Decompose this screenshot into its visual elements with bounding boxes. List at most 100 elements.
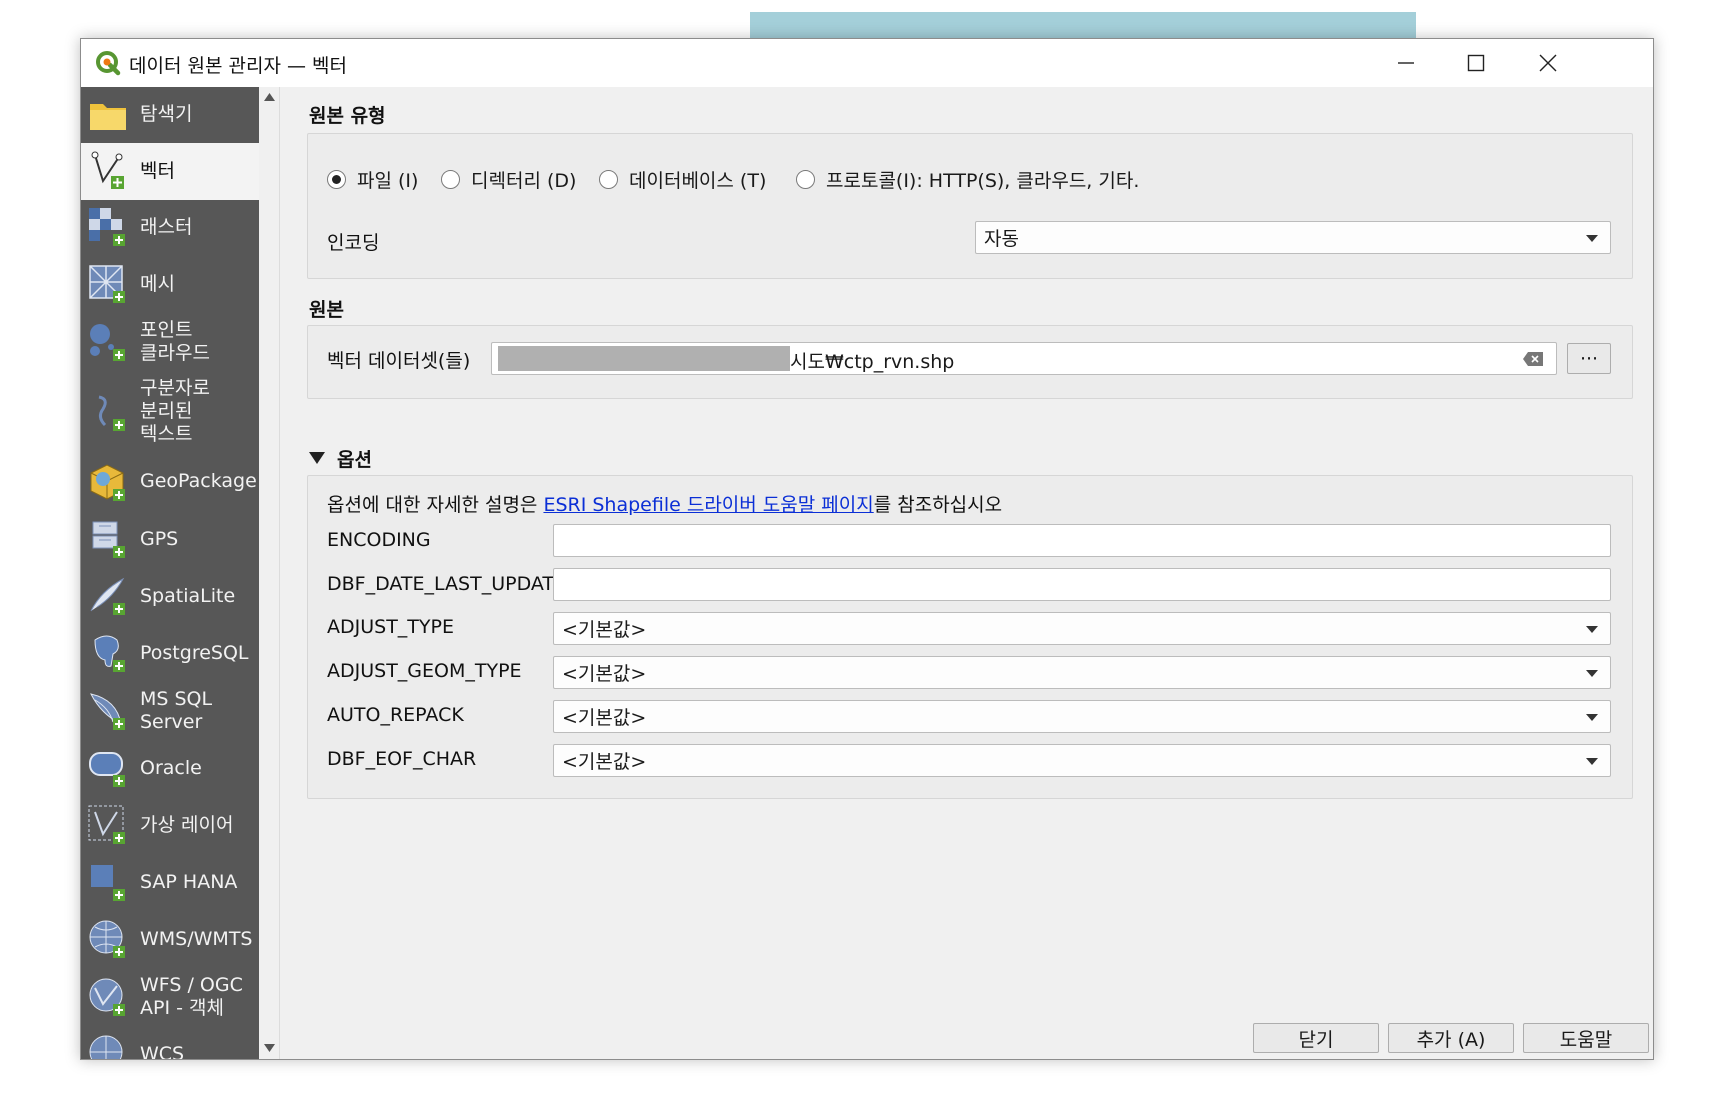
close-button[interactable]: 닫기: [1253, 1023, 1379, 1053]
sidebar-item-gps[interactable]: GPS: [81, 511, 259, 568]
source-type-sidebar: 탐색기 벡터 래스터 메시 포인트 클라우드 구분자로 분리된 텍스트 GeoP…: [81, 87, 259, 1059]
raster-icon: [89, 208, 125, 246]
auto-repack-select[interactable]: <기본값>: [553, 700, 1611, 733]
scroll-up-icon[interactable]: [264, 93, 275, 101]
wcs-icon: [89, 1035, 123, 1059]
sidebar-item-wfs[interactable]: WFS / OGC API - 객체: [81, 968, 259, 1026]
wms-icon: [89, 920, 125, 958]
options-group: 옵션에 대한 자세한 설명은 ESRI Shapefile 드라이버 도움말 페…: [307, 475, 1633, 799]
help-button[interactable]: 도움말: [1523, 1023, 1649, 1053]
sidebar-item-postgresql[interactable]: PostgreSQL: [81, 625, 259, 682]
redacted-path-block: [498, 346, 790, 371]
dataset-path-input[interactable]: 시도₩ctp_rvn.shp: [491, 342, 1557, 375]
adjust-geom-type-select[interactable]: <기본값>: [553, 656, 1611, 689]
sidebar-item-sap-hana[interactable]: SAP HANA: [81, 854, 259, 911]
sidebar-item-oracle[interactable]: Oracle: [81, 740, 259, 797]
collapse-arrow-icon[interactable]: [309, 452, 325, 464]
sidebar-item-raster[interactable]: 래스터: [81, 200, 259, 256]
radio-protocol[interactable]: 프로토콜(I): HTTP(S), 클라우드, 기타.: [796, 166, 1139, 193]
clear-icon[interactable]: [1522, 351, 1544, 367]
shapefile-help-link[interactable]: ESRI Shapefile 드라이버 도움말 페이지: [543, 494, 873, 516]
sidebar-item-label: SAP HANA: [140, 871, 238, 893]
gps-icon: [92, 521, 125, 558]
sidebar-item-label: GeoPackage: [140, 470, 257, 492]
dbf-date-last-update-input[interactable]: [553, 568, 1611, 601]
option-label: DBF_EOF_CHAR: [327, 748, 477, 770]
sidebar-item-label: 가상 레이어: [140, 814, 234, 836]
radio-directory-label: 디렉터리 (D): [471, 170, 577, 192]
option-label: AUTO_REPACK: [327, 704, 464, 726]
sidebar-item-wms[interactable]: WMS/WMTS: [81, 911, 259, 968]
encoding-option-input[interactable]: [553, 524, 1611, 557]
option-label: ADJUST_GEOM_TYPE: [327, 660, 522, 682]
chevron-down-icon: [1586, 758, 1598, 765]
sidebar-item-mssql[interactable]: MS SQL Server: [81, 682, 259, 740]
minimize-button[interactable]: [1371, 39, 1441, 87]
options-description: 옵션에 대한 자세한 설명은 ESRI Shapefile 드라이버 도움말 페…: [327, 490, 1002, 517]
sidebar-item-virtual-layer[interactable]: 가상 레이어: [81, 797, 259, 854]
sidebar-item-label: WCS: [140, 1043, 185, 1059]
maximize-button[interactable]: [1441, 39, 1511, 87]
window-title: 데이터 원본 관리자 — 벡터: [129, 55, 347, 77]
virtual-layer-icon: [88, 805, 125, 844]
sidebar-item-label: MS SQL Server: [140, 688, 213, 733]
sidebar-item-label: Oracle: [140, 757, 202, 779]
adjust-type-select[interactable]: <기본값>: [553, 612, 1611, 645]
radio-unselected-icon: [796, 170, 815, 189]
sidebar-item-geopackage[interactable]: GeoPackage: [81, 453, 259, 511]
encoding-select[interactable]: 자동: [975, 221, 1611, 254]
sidebar-scrollbar[interactable]: [259, 87, 280, 1059]
title-bar: 데이터 원본 관리자 — 벡터: [81, 39, 1653, 87]
data-source-manager-dialog: 데이터 원본 관리자 — 벡터 탐색기 벡터 래스터 메시 포인트 클라우드 구…: [80, 38, 1654, 1060]
select-value: <기본값>: [562, 663, 647, 685]
radio-file[interactable]: 파일 (I): [327, 166, 418, 193]
chevron-down-icon: [1586, 714, 1598, 721]
option-label: ENCODING: [327, 529, 431, 551]
radio-database-label: 데이터베이스 (T): [629, 170, 767, 192]
radio-unselected-icon: [441, 170, 460, 189]
sidebar-item-wcs[interactable]: WCS: [81, 1026, 259, 1059]
mssql-icon: [90, 693, 125, 730]
options-description-prefix: 옵션에 대한 자세한 설명은: [327, 494, 544, 516]
radio-directory[interactable]: 디렉터리 (D): [441, 166, 576, 193]
sidebar-item-delimited-text[interactable]: 구분자로 분리된 텍스트: [81, 371, 259, 453]
qgis-logo-icon: [96, 51, 121, 76]
sidebar-item-spatialite[interactable]: SpatiaLite: [81, 568, 259, 625]
geopackage-icon: [90, 464, 125, 501]
dataset-path-value: 시도₩ctp_rvn.shp: [790, 351, 955, 373]
option-label: DBF_DATE_LAST_UPDATE: [327, 573, 567, 595]
select-value: <기본값>: [562, 619, 647, 641]
background-window-strip: [750, 12, 1416, 38]
browse-button[interactable]: ···: [1567, 343, 1611, 374]
radio-protocol-label: 프로토콜(I): HTTP(S), 클라우드, 기타.: [826, 170, 1140, 192]
sidebar-item-label: 메시: [140, 273, 175, 295]
encoding-value: 자동: [984, 228, 1019, 250]
add-button[interactable]: 추가 (A): [1388, 1023, 1514, 1053]
chevron-down-icon: [1586, 670, 1598, 677]
sidebar-item-label: PostgreSQL: [140, 642, 249, 664]
scrollbar-thumb[interactable]: [262, 113, 276, 773]
close-window-button[interactable]: [1513, 39, 1583, 87]
sidebar-item-vector[interactable]: 벡터: [81, 143, 259, 200]
source-title: 원본: [309, 299, 344, 321]
point-cloud-icon: [90, 324, 125, 361]
dbf-eof-char-select[interactable]: <기본값>: [553, 744, 1611, 777]
options-title[interactable]: 옵션: [337, 445, 372, 472]
scroll-down-icon[interactable]: [264, 1044, 275, 1052]
minimize-icon: [1398, 62, 1414, 64]
source-type-group: 파일 (I) 디렉터리 (D) 데이터베이스 (T) 프로토콜(I): HTTP…: [307, 133, 1633, 279]
vector-icon: [91, 151, 124, 189]
sidebar-item-label: WMS/WMTS: [140, 928, 253, 950]
sidebar-item-label: 탐색기: [140, 103, 193, 125]
source-type-title: 원본 유형: [309, 105, 386, 127]
sidebar-item-mesh[interactable]: 메시: [81, 256, 259, 313]
sidebar-item-point-cloud[interactable]: 포인트 클라우드: [81, 313, 259, 371]
select-value: <기본값>: [562, 751, 647, 773]
maximize-icon: [1467, 54, 1485, 72]
chevron-down-icon: [1586, 235, 1598, 242]
postgresql-icon: [94, 635, 125, 672]
sidebar-item-label: WFS / OGC API - 객체: [140, 974, 243, 1019]
sidebar-item-label: 구분자로 분리된 텍스트: [140, 377, 210, 445]
sidebar-item-browser[interactable]: 탐색기: [81, 87, 259, 143]
radio-database[interactable]: 데이터베이스 (T): [599, 166, 766, 193]
